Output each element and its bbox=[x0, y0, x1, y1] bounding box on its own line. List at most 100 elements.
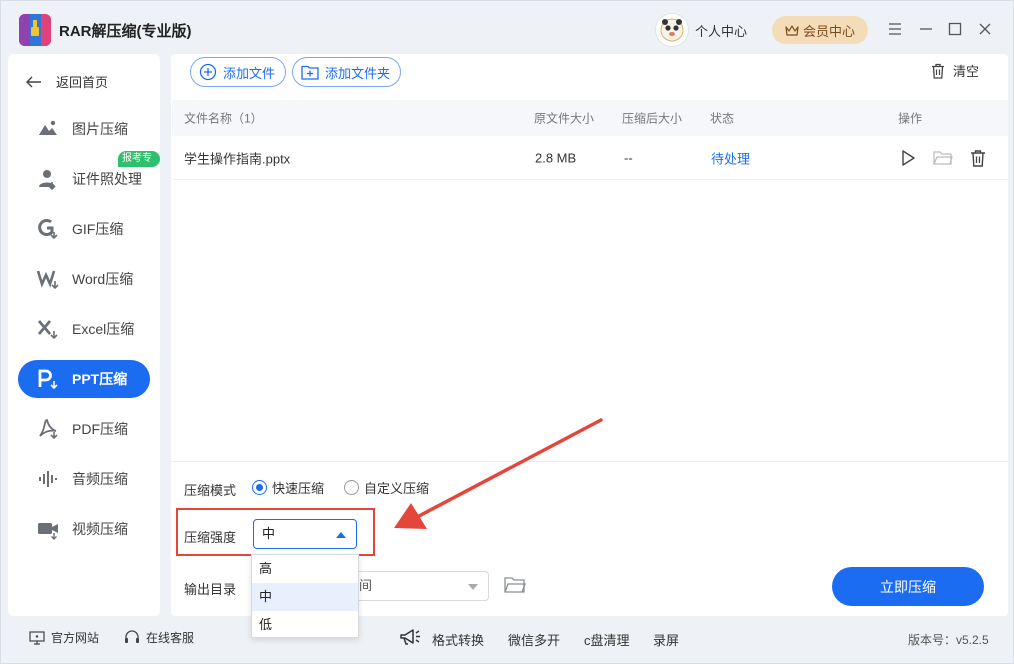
back-home-label: 返回首页 bbox=[56, 75, 109, 90]
column-header-name: 文件名称（1） bbox=[184, 111, 263, 126]
version-label: 版本号：v5.2.5 bbox=[908, 633, 989, 647]
file-table-header: 文件名称（1） 原文件大小 压缩后大小 状态 操作 bbox=[172, 100, 1008, 136]
file-size: 2.8 MB bbox=[535, 150, 577, 165]
strength-dropdown: 高 中 低 bbox=[251, 554, 359, 638]
compress-mode-label: 压缩模式 bbox=[184, 483, 237, 498]
megaphone-icon bbox=[400, 629, 420, 645]
minimize-icon[interactable] bbox=[918, 21, 934, 37]
sidebar-item-image[interactable]: 图片压缩 bbox=[18, 110, 150, 148]
column-header-actions: 操作 bbox=[898, 111, 923, 126]
ppt-icon bbox=[36, 367, 60, 391]
audio-icon bbox=[36, 467, 60, 491]
add-file-button[interactable]: 添加文件 bbox=[190, 57, 287, 87]
app-logo-icon bbox=[19, 14, 51, 46]
dropdown-option-medium[interactable]: 中 bbox=[252, 583, 358, 611]
sidebar-item-label: Word压缩 bbox=[72, 271, 134, 287]
sidebar-item-gif[interactable]: GIF压缩 bbox=[18, 210, 150, 248]
table-row: 学生操作指南.pptx 2.8 MB -- 待处理 bbox=[172, 136, 1008, 180]
sidebar-item-label: PPT压缩 bbox=[72, 371, 128, 387]
strength-value: 中 bbox=[262, 526, 276, 541]
gif-icon bbox=[36, 217, 60, 241]
vip-center-label: 会员中心 bbox=[802, 23, 855, 39]
arrow-left-icon bbox=[26, 76, 41, 87]
compressed-size: -- bbox=[624, 150, 633, 165]
title-bar: RAR解压缩(专业版) 个人中心 会员中心 bbox=[1, 1, 1013, 57]
status-badge[interactable]: 待处理 bbox=[711, 148, 750, 167]
start-compress-button[interactable]: 立即压缩 bbox=[832, 567, 984, 606]
disk-clean-link[interactable]: c盘清理 bbox=[584, 630, 630, 649]
sidebar-item-ppt[interactable]: PPT压缩 bbox=[18, 360, 150, 398]
sidebar-item-label: GIF压缩 bbox=[72, 221, 124, 237]
file-name: 学生操作指南.pptx bbox=[184, 151, 291, 166]
add-folder-label: 添加文件夹 bbox=[325, 65, 391, 81]
maximize-icon[interactable] bbox=[947, 21, 963, 37]
back-home-button[interactable]: 返回首页 bbox=[26, 72, 108, 91]
divider bbox=[171, 461, 1008, 462]
sidebar-item-word[interactable]: Word压缩 bbox=[18, 260, 150, 298]
official-website-link[interactable]: 官方网站 bbox=[29, 629, 99, 646]
wechat-multi-link[interactable]: 微信多开 bbox=[508, 630, 560, 649]
menu-icon[interactable] bbox=[887, 21, 903, 37]
monitor-icon bbox=[29, 630, 45, 645]
play-icon[interactable] bbox=[899, 149, 917, 167]
user-center-button[interactable]: 个人中心 bbox=[655, 13, 747, 47]
sidebar-item-label: Excel压缩 bbox=[72, 321, 135, 337]
radio-fast-label: 快速压缩 bbox=[272, 481, 325, 496]
strength-select[interactable]: 中 bbox=[253, 519, 357, 549]
caret-down-icon bbox=[468, 584, 478, 590]
column-header-compressed: 压缩后大小 bbox=[622, 111, 683, 126]
pdf-icon bbox=[36, 417, 60, 441]
radio-dot bbox=[252, 480, 267, 495]
add-file-label: 添加文件 bbox=[223, 65, 276, 81]
sidebar-item-label: 音频压缩 bbox=[72, 471, 128, 487]
user-center-label: 个人中心 bbox=[695, 23, 748, 39]
image-icon bbox=[36, 117, 60, 141]
video-icon bbox=[36, 517, 60, 541]
vip-center-button[interactable]: 会员中心 bbox=[772, 16, 868, 44]
word-icon bbox=[36, 267, 60, 291]
sidebar-item-label: PDF压缩 bbox=[72, 421, 128, 437]
radio-custom-label: 自定义压缩 bbox=[364, 481, 430, 496]
online-support-label: 在线客服 bbox=[146, 631, 195, 645]
sidebar-item-excel[interactable]: Excel压缩 bbox=[18, 310, 150, 348]
clear-label: 清空 bbox=[953, 64, 980, 79]
official-website-label: 官方网站 bbox=[51, 631, 100, 645]
caret-up-icon bbox=[336, 532, 346, 538]
sidebar-item-label: 证件照处理 bbox=[72, 171, 142, 187]
radio-fast-compress[interactable]: 快速压缩 bbox=[252, 478, 324, 497]
sidebar-item-pdf[interactable]: PDF压缩 bbox=[18, 410, 150, 448]
trash-icon bbox=[932, 63, 944, 79]
screen-record-link[interactable]: 录屏 bbox=[653, 630, 679, 649]
online-support-link[interactable]: 在线客服 bbox=[124, 629, 194, 646]
dropdown-option-high[interactable]: 高 bbox=[252, 555, 358, 583]
folder-open-icon[interactable] bbox=[504, 575, 526, 595]
column-header-status: 状态 bbox=[710, 111, 735, 126]
sidebar-item-id-photo[interactable]: 证件照处理 bbox=[18, 160, 150, 198]
radio-custom-compress[interactable]: 自定义压缩 bbox=[344, 478, 429, 497]
app-title: RAR解压缩(专业版) bbox=[59, 23, 192, 40]
excel-icon bbox=[36, 317, 60, 341]
dropdown-option-low[interactable]: 低 bbox=[252, 611, 358, 639]
avatar bbox=[655, 13, 689, 47]
sidebar-item-audio[interactable]: 音频压缩 bbox=[18, 460, 150, 498]
id-photo-icon bbox=[36, 167, 60, 191]
delete-icon[interactable] bbox=[969, 149, 987, 167]
clear-button[interactable]: 清空 bbox=[931, 61, 979, 80]
add-folder-button[interactable]: 添加文件夹 bbox=[292, 57, 402, 87]
folder-plus-icon bbox=[301, 65, 319, 80]
compress-strength-label: 压缩强度 bbox=[184, 530, 237, 545]
sidebar-item-label: 视频压缩 bbox=[72, 521, 128, 537]
close-icon[interactable] bbox=[977, 21, 993, 37]
headset-icon bbox=[125, 630, 139, 643]
column-header-size: 原文件大小 bbox=[534, 111, 595, 126]
format-convert-link[interactable]: 格式转换 bbox=[432, 630, 484, 649]
folder-icon[interactable] bbox=[933, 149, 953, 167]
output-dir-value: 间 bbox=[359, 578, 373, 593]
app-window: RAR解压缩(专业版) 个人中心 会员中心 返回首页 图片压缩 报考专用 证件照… bbox=[0, 0, 1014, 664]
output-dir-label: 输出目录 bbox=[184, 582, 237, 597]
sidebar: 返回首页 图片压缩 报考专用 证件照处理 GIF压缩 Word压缩 Excel压… bbox=[8, 54, 160, 616]
output-dir-select[interactable]: 间 bbox=[359, 571, 489, 601]
sidebar-item-video[interactable]: 视频压缩 bbox=[18, 510, 150, 548]
sidebar-item-label: 图片压缩 bbox=[72, 121, 128, 137]
plus-circle-icon bbox=[199, 63, 217, 81]
